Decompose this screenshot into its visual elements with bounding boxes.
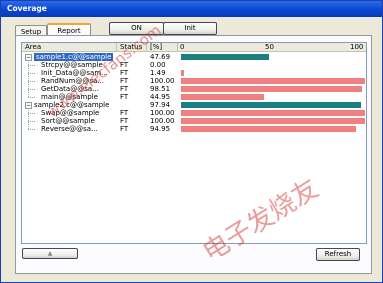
tree-connector <box>28 65 35 66</box>
coverage-bar <box>181 86 363 92</box>
report-panel: Area Status [%] 0 50 100 − sample1.c@@sam… <box>15 35 372 274</box>
row-pct: 44.95 <box>150 93 171 101</box>
row-status: FT <box>120 109 129 117</box>
scale-mid: 50 <box>265 43 274 51</box>
coverage-bar <box>181 70 184 76</box>
tree-connector <box>28 73 35 74</box>
table-row[interactable]: Sort@@sample FT 100.00 <box>22 117 366 125</box>
row-name: Reverse@@sa... <box>41 125 98 133</box>
table-row[interactable]: Strcpy@@sample FT 0.00 <box>22 61 366 69</box>
row-pct: 98.51 <box>150 85 171 93</box>
coverage-list[interactable]: Area Status [%] 0 50 100 − sample1.c@@sam… <box>21 42 367 244</box>
row-name: sample2.c@@sample <box>34 101 110 109</box>
row-status: FT <box>120 77 129 85</box>
row-status: FT <box>120 117 129 125</box>
coverage-bar <box>181 110 365 116</box>
tree-line <box>28 60 29 97</box>
row-pct: 100.00 <box>150 109 175 117</box>
coverage-window: Coverage Setup Report ON Init Area Statu… <box>0 0 383 283</box>
row-pct: 0.00 <box>150 61 166 69</box>
row-name: Init_Data@@sam... <box>41 69 108 77</box>
table-row[interactable]: Init_Data@@sam... FT 1.49 <box>22 69 366 77</box>
coverage-bar <box>181 78 365 84</box>
row-name: RandNum@@sa... <box>41 77 104 85</box>
column-header-pct[interactable]: [%] <box>147 43 178 52</box>
row-name: Swap@@sample <box>41 109 100 117</box>
table-row[interactable]: Swap@@sample FT 100.00 <box>22 109 366 117</box>
table-row[interactable]: main@@sample FT 44.95 <box>22 93 366 101</box>
row-status: FT <box>120 125 129 133</box>
tree-connector <box>28 89 35 90</box>
tree-connector <box>28 113 35 114</box>
row-name: Strcpy@@sample <box>41 61 103 69</box>
table-row[interactable]: − sample1.c@@sample 47.69 <box>22 53 366 61</box>
table-row[interactable]: RandNum@@sa... FT 100.00 <box>22 77 366 85</box>
table-row[interactable]: − sample2.c@@sample 97.94 <box>22 101 366 109</box>
init-button[interactable]: Init <box>163 22 217 35</box>
row-pct: 100.00 <box>150 117 175 125</box>
row-status: FT <box>120 85 129 93</box>
row-name: GetData@@sa... <box>41 85 99 93</box>
table-row[interactable]: Reverse@@sa... FT 94.95 <box>22 125 366 133</box>
tree-connector <box>28 129 35 130</box>
row-pct: 100.00 <box>150 77 175 85</box>
coverage-bar <box>181 94 264 100</box>
row-status: FT <box>120 69 129 77</box>
column-header-area[interactable]: Area <box>22 43 117 52</box>
row-pct: 94.95 <box>150 125 171 133</box>
row-pct: 47.69 <box>150 53 171 61</box>
row-pct: 1.49 <box>150 69 166 77</box>
window-title: Coverage <box>7 4 47 13</box>
row-status: FT <box>120 61 129 69</box>
tree-connector <box>28 121 35 122</box>
table-row[interactable]: GetData@@sa... FT 98.51 <box>22 85 366 93</box>
expand-button[interactable]: ▲ <box>22 248 78 259</box>
row-name: Sort@@sample <box>41 117 95 125</box>
row-name: main@@sample <box>41 93 98 101</box>
coverage-bar <box>181 118 365 124</box>
tree-line <box>28 108 29 129</box>
scale-min: 0 <box>180 43 185 51</box>
on-button[interactable]: ON <box>109 22 164 35</box>
row-pct: 97.94 <box>150 101 171 109</box>
row-status: FT <box>120 93 129 101</box>
tree-connector <box>28 81 35 82</box>
row-name: sample1.c@@sample <box>34 53 114 61</box>
refresh-button[interactable]: Refresh <box>316 248 360 261</box>
tree-connector <box>28 97 35 98</box>
scale-max: 100 <box>350 43 364 51</box>
column-header-graph[interactable]: 0 50 100 <box>178 43 366 52</box>
coverage-bar <box>181 126 356 132</box>
column-header-status[interactable]: Status <box>117 43 147 52</box>
triangle-up-icon: ▲ <box>47 250 53 257</box>
coverage-bar <box>181 102 362 108</box>
coverage-bar <box>181 54 269 60</box>
title-bar: Coverage <box>1 1 382 17</box>
